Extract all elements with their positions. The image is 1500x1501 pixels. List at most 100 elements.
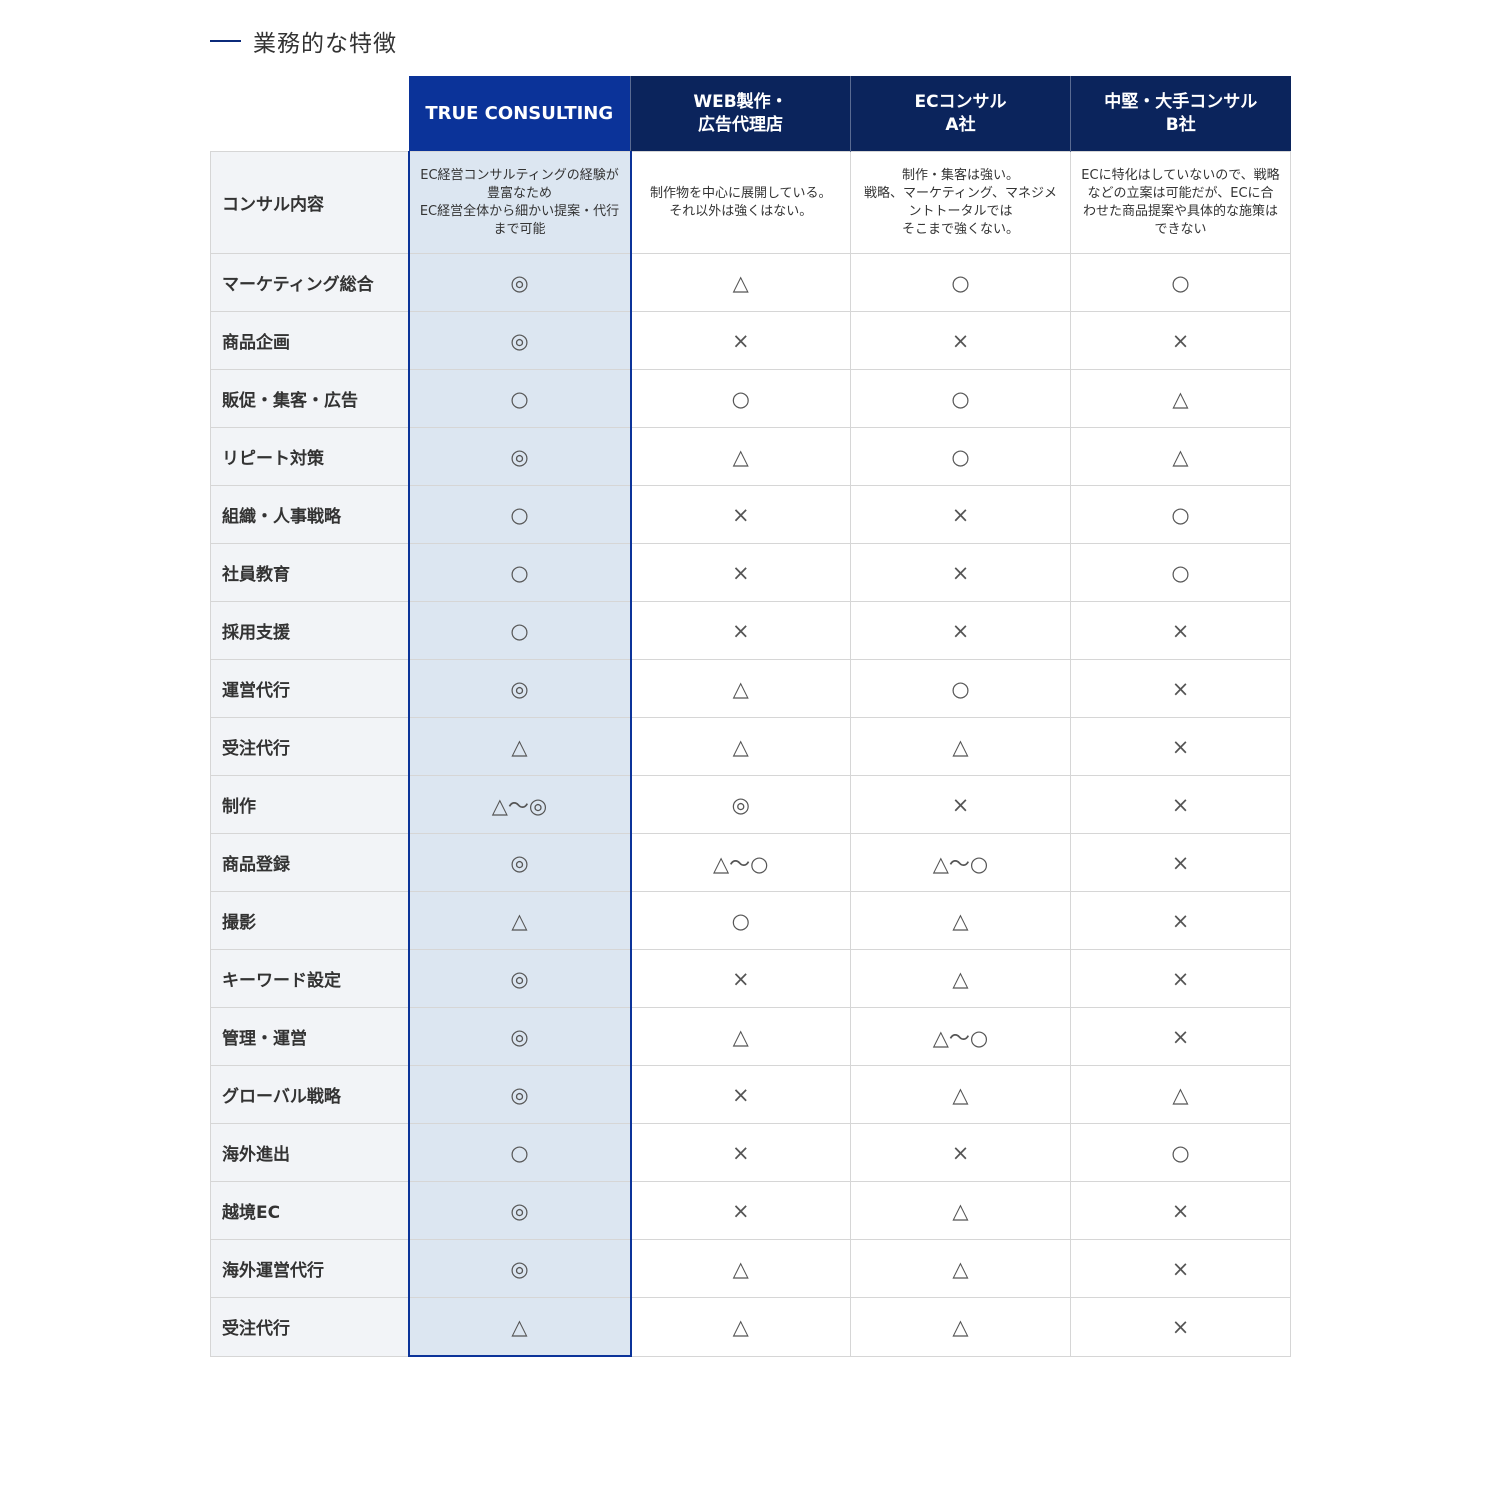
row-label: 受注代行 — [210, 717, 409, 776]
rating-cell: △〜○ — [850, 1007, 1071, 1066]
description-text: それ以外は強くはない。 — [669, 203, 813, 219]
row-label: 商品登録 — [210, 833, 409, 892]
rating-cell: △〜◎ — [407, 775, 632, 834]
table-row: 受注代行 △ △ △ × — [210, 717, 1291, 776]
row-label: 海外運営代行 — [210, 1239, 409, 1298]
rating-cell: ◎ — [407, 1181, 632, 1240]
description-row: コンサル内容 EC経営コンサルティングの経験が豊富なため EC経営全体から細かい提… — [210, 151, 1291, 254]
rating-cell: ◎ — [407, 659, 632, 718]
table-row: 運営代行 ◎ △ ○ × — [210, 659, 1291, 718]
rating-cell: △ — [850, 717, 1071, 776]
rating-cell: ◎ — [407, 311, 632, 370]
rating-cell: △ — [1070, 369, 1291, 428]
rating-cell: ◎ — [630, 775, 851, 834]
row-label: リピート対策 — [210, 427, 409, 486]
rating-cell: × — [850, 311, 1071, 370]
table-row: リピート対策 ◎ △ ○ △ — [210, 427, 1291, 486]
rating-cell: ○ — [630, 891, 851, 950]
rating-cell: △ — [630, 717, 851, 776]
rating-cell: ○ — [1070, 543, 1291, 602]
rating-cell: ◎ — [407, 949, 632, 1008]
row-label: グローバル戦略 — [210, 1065, 409, 1124]
rating-cell: × — [850, 601, 1071, 660]
table-row: 海外進出 ○ × × ○ — [210, 1123, 1291, 1182]
rating-cell: ○ — [850, 659, 1071, 718]
row-label: 海外進出 — [210, 1123, 409, 1182]
row-label: 運営代行 — [210, 659, 409, 718]
rating-cell: × — [630, 1181, 851, 1240]
rating-cell: × — [1070, 659, 1291, 718]
description-cell: 制作物を中心に展開している。 それ以外は強くはない。 — [630, 151, 851, 254]
column-header-line1: TRUE CONSULTING — [425, 103, 614, 124]
column-header-line2: B社 — [1165, 114, 1196, 135]
row-label: 制作 — [210, 775, 409, 834]
table-row: 撮影 △ ○ △ × — [210, 891, 1291, 950]
rating-cell: × — [630, 1123, 851, 1182]
rating-cell: × — [1070, 1239, 1291, 1298]
rating-cell: △〜○ — [850, 833, 1071, 892]
rating-cell: △ — [850, 949, 1071, 1008]
row-label: 越境EC — [210, 1181, 409, 1240]
rating-cell: ○ — [630, 369, 851, 428]
rating-cell: ○ — [407, 369, 632, 428]
rating-cell: ○ — [407, 601, 632, 660]
rating-cell: × — [1070, 1007, 1291, 1066]
rating-cell: ○ — [1070, 253, 1291, 312]
row-label: 受注代行 — [210, 1297, 409, 1357]
rating-cell: × — [1070, 891, 1291, 950]
description-text: そこまで強くない。 — [901, 221, 1019, 237]
rating-cell: × — [850, 543, 1071, 602]
rating-cell: × — [850, 775, 1071, 834]
column-header-line2: 広告代理店 — [698, 114, 783, 135]
column-header-ec-consul-a: ECコンサル A社 — [850, 76, 1071, 152]
rating-cell: △ — [407, 717, 632, 776]
rating-cell: × — [630, 1065, 851, 1124]
rating-cell: × — [630, 485, 851, 544]
rating-cell: × — [850, 485, 1071, 544]
section-heading: 業務的な特徴 — [210, 24, 397, 58]
rating-cell: ◎ — [407, 1065, 632, 1124]
table-row: 越境EC ◎ × △ × — [210, 1181, 1291, 1240]
rating-cell: ◎ — [407, 253, 632, 312]
row-label: 組織・人事戦略 — [210, 485, 409, 544]
table-row: グローバル戦略 ◎ × △ △ — [210, 1065, 1291, 1124]
table-row: 制作 △〜◎ ◎ × × — [210, 775, 1291, 834]
rating-cell: × — [1070, 1297, 1291, 1357]
rating-cell: × — [630, 543, 851, 602]
comparison-table: TRUE CONSULTING WEB製作・ 広告代理店 ECコンサル A社 中… — [210, 76, 1291, 1357]
description-cell: 制作・集客は強い。戦略、マーケティング、マネジメントトータルではそこまで強くない… — [850, 151, 1071, 254]
rating-cell: △ — [407, 1297, 632, 1357]
rating-cell: △ — [850, 1181, 1071, 1240]
rating-cell: △ — [630, 1007, 851, 1066]
column-header-web-agency: WEB製作・ 広告代理店 — [630, 76, 851, 152]
rating-cell: × — [630, 601, 851, 660]
rating-cell: ◎ — [407, 427, 632, 486]
table-row: 販促・集客・広告 ○ ○ ○ △ — [210, 369, 1291, 428]
rating-cell: × — [850, 1123, 1071, 1182]
column-header-line1: WEB製作・ — [693, 91, 788, 112]
row-label: 撮影 — [210, 891, 409, 950]
description-text: 制作物を中心に展開している。 — [649, 185, 832, 201]
description-text: 制作・集客は強い。 — [901, 167, 1019, 183]
column-header-major-consul-b: 中堅・大手コンサル B社 — [1070, 76, 1291, 152]
table-row: 受注代行 △ △ △ × — [210, 1297, 1291, 1357]
table-row: マーケティング総合 ◎ △ ○ ○ — [210, 253, 1291, 312]
row-label: コンサル内容 — [210, 151, 409, 254]
rating-cell: △ — [630, 427, 851, 486]
rating-cell: ◎ — [407, 833, 632, 892]
rating-cell: ○ — [1070, 485, 1291, 544]
rating-cell: × — [1070, 1181, 1291, 1240]
column-header-true-consulting: TRUE CONSULTING — [408, 76, 631, 152]
table-row: 管理・運営 ◎ △ △〜○ × — [210, 1007, 1291, 1066]
rating-cell: × — [1070, 833, 1291, 892]
rating-cell: ○ — [407, 485, 632, 544]
rating-cell: ○ — [850, 253, 1071, 312]
table-row: 組織・人事戦略 ○ × × ○ — [210, 485, 1291, 544]
rating-cell: ○ — [407, 1123, 632, 1182]
rating-cell: △ — [850, 1239, 1071, 1298]
rating-cell: △ — [407, 891, 632, 950]
description-text: 戦略、マーケティング、マネジメントトータルでは — [863, 185, 1058, 219]
corner-cell — [210, 76, 409, 152]
column-header-line1: 中堅・大手コンサル — [1104, 91, 1258, 112]
row-label: 管理・運営 — [210, 1007, 409, 1066]
